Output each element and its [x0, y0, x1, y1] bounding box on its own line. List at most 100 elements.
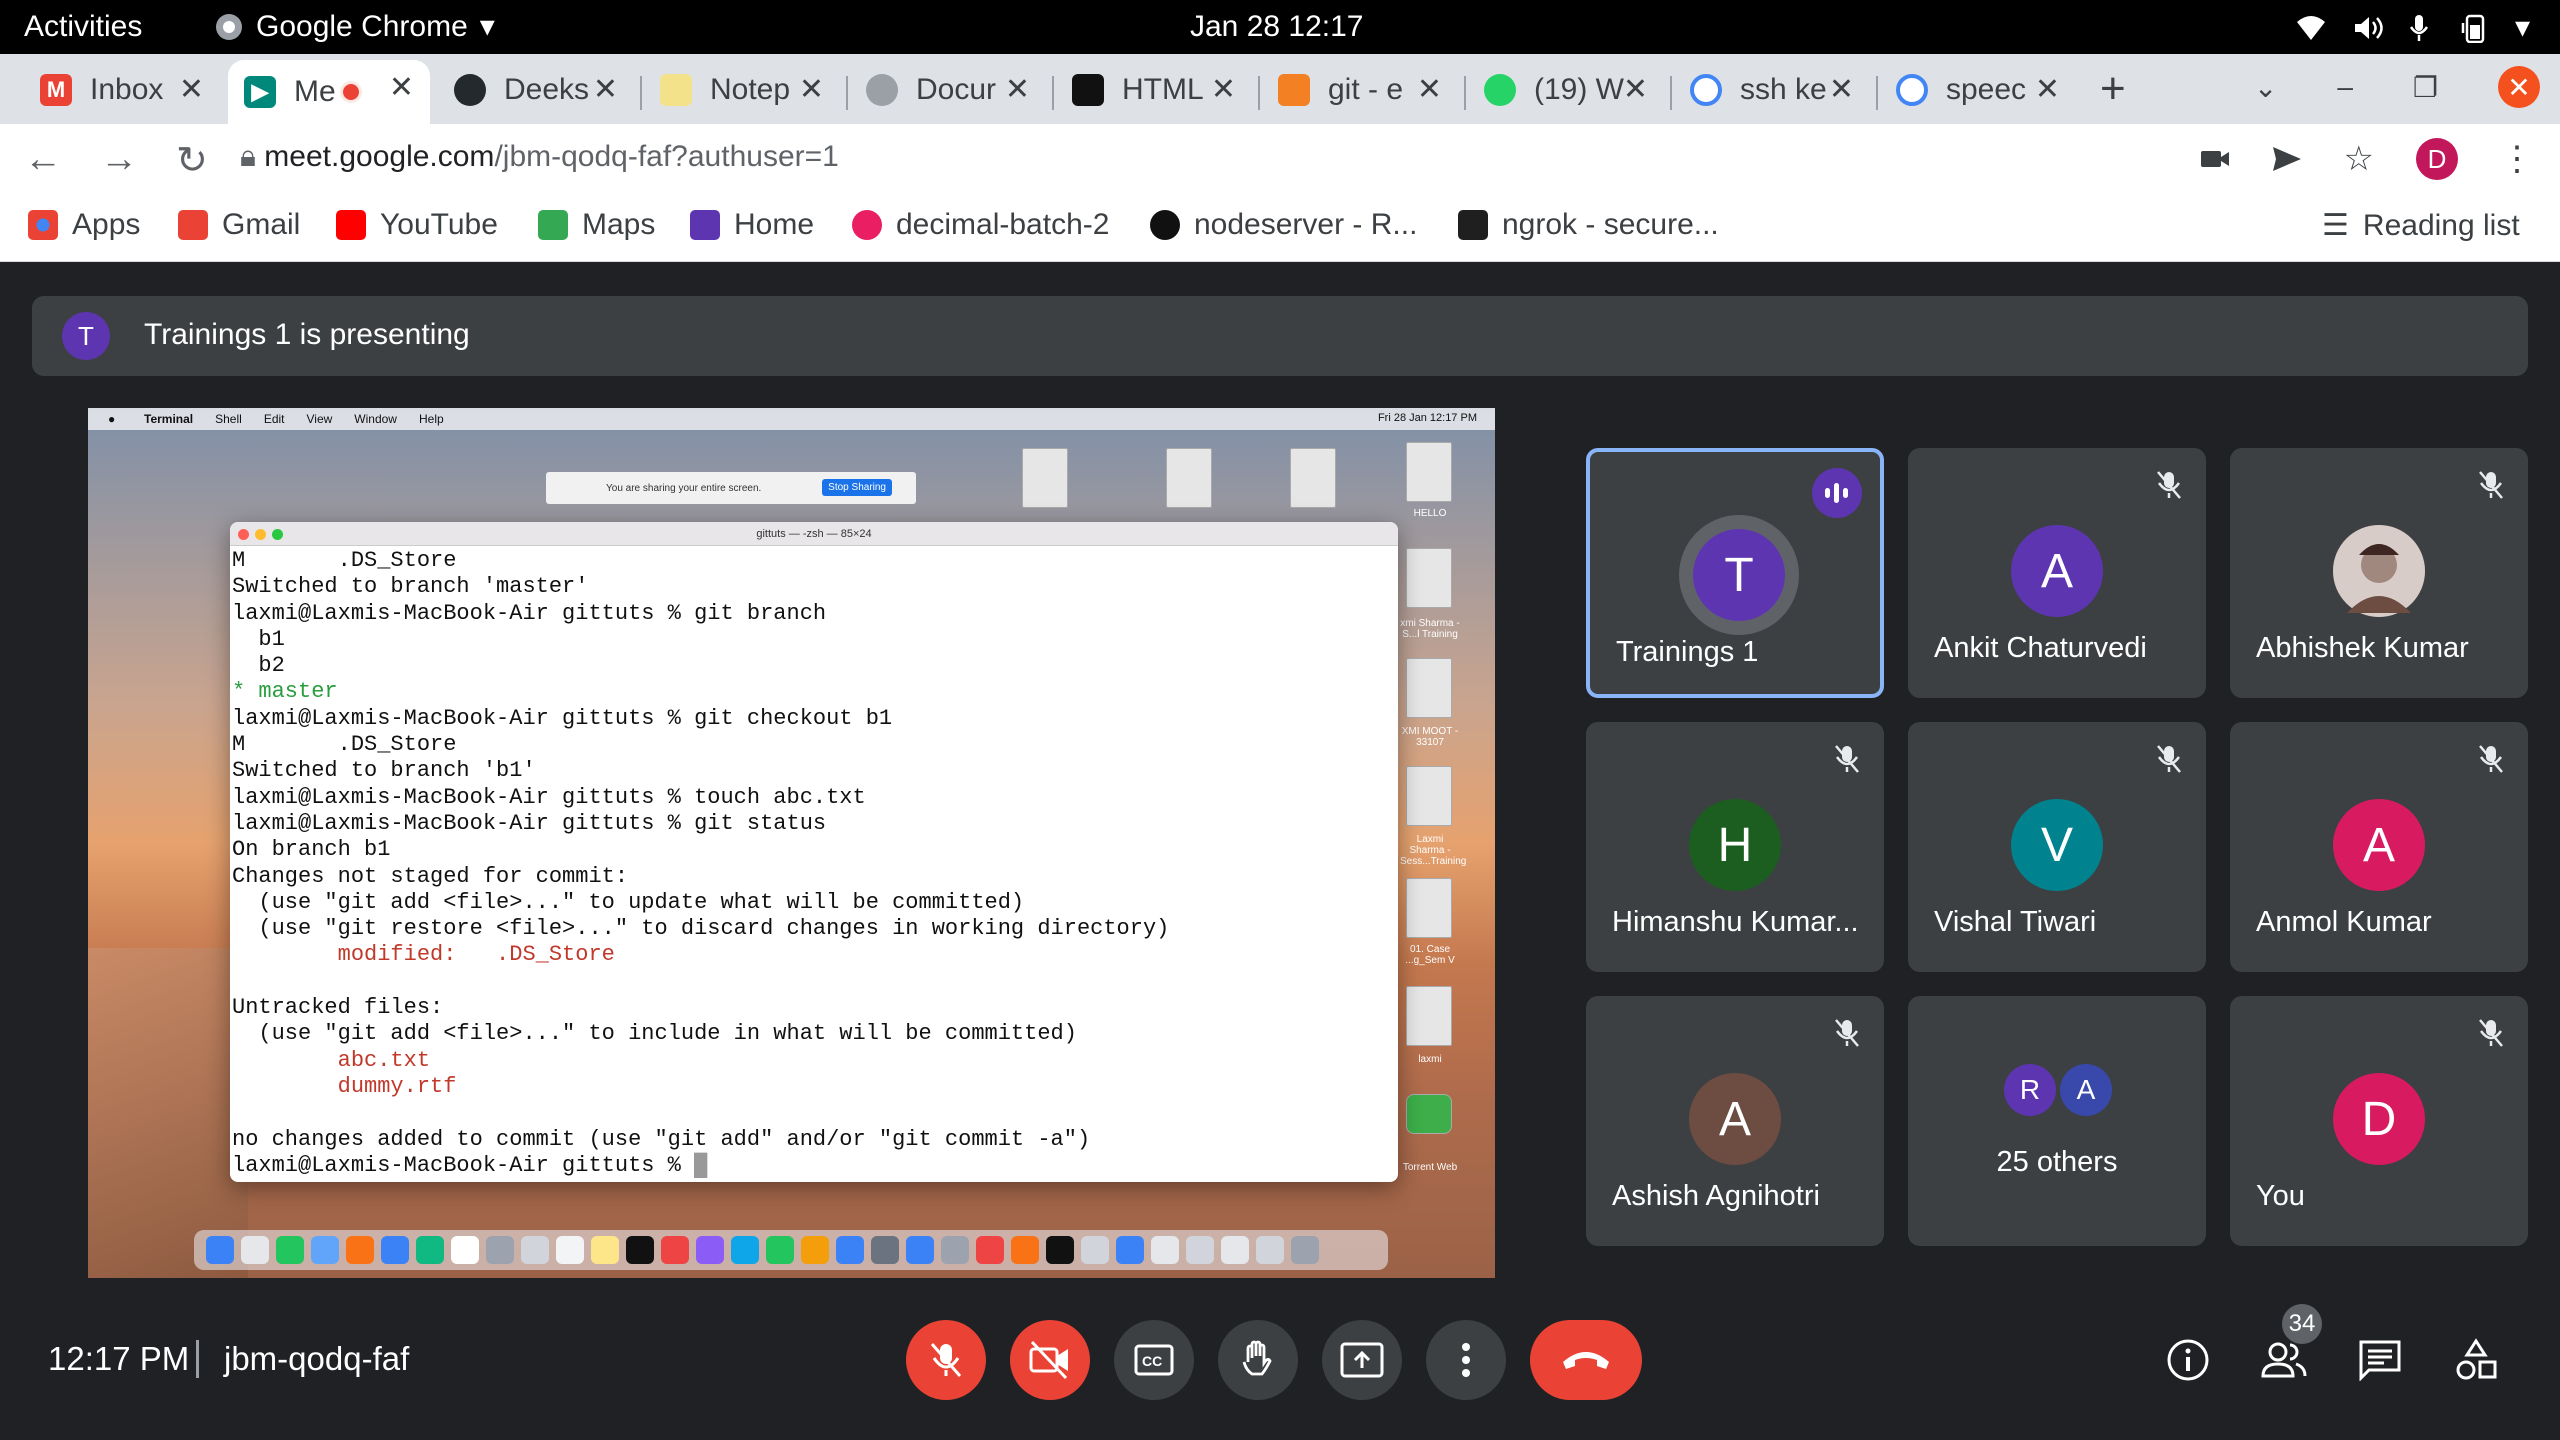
- presenter-avatar: T: [62, 312, 110, 360]
- bookmark-apps[interactable]: Apps: [28, 208, 140, 242]
- terminal-line: laxmi@Laxmis-MacBook-Air gittuts % git b…: [232, 600, 827, 626]
- participant-tile[interactable]: V Vishal Tiwari: [1908, 722, 2206, 972]
- bookmark-label: Apps: [72, 208, 141, 241]
- maps-icon: [538, 210, 568, 240]
- bookmark-gmail[interactable]: Gmail: [178, 208, 300, 242]
- restore-icon[interactable]: ❐: [2413, 71, 2438, 104]
- present-button[interactable]: [1322, 1320, 1402, 1400]
- desktop-file-icon: [1166, 448, 1212, 508]
- tab-stackoverflow[interactable]: git - e ✕: [1262, 62, 1458, 118]
- activities-button[interactable]: [2450, 1334, 2502, 1386]
- bookmark-youtube[interactable]: YouTube: [336, 208, 498, 242]
- close-icon[interactable]: ✕: [1829, 72, 1854, 107]
- notepad-icon: [660, 74, 692, 106]
- microphone-toggle-button[interactable]: [906, 1320, 986, 1400]
- more-vert-icon[interactable]: ⋮: [2500, 139, 2534, 179]
- participant-name: Abhishek Kumar: [2256, 632, 2469, 664]
- close-icon[interactable]: ✕: [593, 72, 618, 107]
- people-icon: [2261, 1342, 2307, 1378]
- tab-ssh[interactable]: ssh ke ✕: [1674, 62, 1870, 118]
- stop-sharing-button: Stop Sharing: [822, 479, 892, 496]
- desktop-file-icon: [1406, 442, 1452, 502]
- close-icon[interactable]: ✕: [1623, 72, 1648, 107]
- send-icon[interactable]: [2272, 146, 2302, 172]
- minimize-icon[interactable]: –: [2337, 71, 2353, 103]
- close-window-icon[interactable]: ✕: [2498, 66, 2540, 108]
- tab-title: Me: [294, 75, 336, 108]
- chat-icon: [2359, 1340, 2401, 1381]
- close-icon[interactable]: ✕: [1005, 72, 1030, 107]
- close-icon[interactable]: ✕: [1417, 72, 1442, 107]
- chat-button[interactable]: [2354, 1334, 2406, 1386]
- back-icon[interactable]: ←: [24, 138, 62, 183]
- bookmark-home[interactable]: Home: [690, 208, 814, 242]
- terminal-line: laxmi@Laxmis-MacBook-Air gittuts %: [232, 1152, 695, 1178]
- more-vert-icon: [1462, 1343, 1470, 1377]
- desktop-file-icon: [1022, 448, 1068, 508]
- forward-icon[interactable]: →: [100, 138, 138, 183]
- tab-document[interactable]: Docur ✕: [850, 62, 1046, 118]
- tab-inbox[interactable]: M Inbox ✕: [24, 62, 220, 118]
- address-bar[interactable]: 🔒︎ meet.google.com/jbm-qodq-faf?authuser…: [240, 140, 839, 174]
- avatar: V: [2011, 799, 2103, 891]
- present-icon: [1340, 1342, 1384, 1378]
- reading-list-button[interactable]: ☰ Reading list: [2322, 208, 2520, 243]
- bookmark-decimal-batch[interactable]: decimal-batch-2: [852, 208, 1109, 242]
- tab-notepad[interactable]: Notep ✕: [644, 62, 840, 118]
- apps-grid-icon: [28, 210, 58, 240]
- tab-title: ssh ke: [1740, 73, 1827, 106]
- tab-meet[interactable]: ▶ Me ✕: [228, 60, 430, 124]
- tab-search-icon[interactable]: ⌄: [2254, 71, 2277, 104]
- participant-tile[interactable]: A Anmol Kumar: [2230, 722, 2528, 972]
- avatar-photo: [2333, 525, 2425, 617]
- participant-name: 25 others: [1996, 1146, 2118, 1178]
- window-controls: ⌄ – ❐ ✕: [2254, 66, 2540, 108]
- more-options-button[interactable]: [1426, 1320, 1506, 1400]
- participant-tile[interactable]: H Himanshu Kumar...: [1586, 722, 1884, 972]
- tab-github[interactable]: Deeks ✕: [438, 62, 634, 118]
- desktop-file-icon: [1290, 448, 1336, 508]
- tab-whatsapp[interactable]: (19) W ✕: [1468, 62, 1664, 118]
- tab-speech[interactable]: speec ✕: [1880, 62, 2076, 118]
- app-menu[interactable]: Google Chrome ▾: [214, 9, 495, 44]
- captions-button[interactable]: CC: [1114, 1320, 1194, 1400]
- tab-html[interactable]: HTML ✕: [1056, 62, 1252, 118]
- raise-hand-button[interactable]: [1218, 1320, 1298, 1400]
- bookmark-ngrok[interactable]: ngrok - secure...: [1458, 208, 1719, 242]
- dock-app-icon: [591, 1236, 619, 1264]
- bookmark-star-icon[interactable]: ☆: [2344, 139, 2374, 179]
- close-icon[interactable]: ✕: [389, 70, 414, 105]
- leave-call-button[interactable]: [1530, 1320, 1642, 1400]
- participant-tile[interactable]: Abhishek Kumar: [2230, 448, 2528, 698]
- dock-app-icon: [416, 1236, 444, 1264]
- participant-tile[interactable]: A Ankit Chaturvedi: [1908, 448, 2206, 698]
- bookmark-maps[interactable]: Maps: [538, 208, 655, 242]
- participant-tile[interactable]: T Trainings 1: [1586, 448, 1884, 698]
- close-icon[interactable]: ✕: [2035, 72, 2060, 107]
- reload-icon[interactable]: ↻: [176, 138, 208, 183]
- participant-name: You: [2256, 1180, 2305, 1212]
- activities-button[interactable]: Activities: [24, 10, 142, 44]
- participant-tile[interactable]: D You: [2230, 996, 2528, 1246]
- captions-icon: CC: [1134, 1344, 1174, 1376]
- close-icon[interactable]: ✕: [799, 72, 824, 107]
- shared-screen[interactable]: ● Terminal Shell Edit View Window Help F…: [88, 408, 1495, 1278]
- close-icon[interactable]: ✕: [1211, 72, 1236, 107]
- camera-icon[interactable]: [2200, 147, 2230, 171]
- close-dot: [238, 529, 249, 540]
- meeting-details-button[interactable]: [2162, 1334, 2214, 1386]
- menu-shell: Shell: [215, 412, 242, 426]
- close-icon[interactable]: ✕: [179, 72, 204, 107]
- camera-toggle-button[interactable]: [1010, 1320, 1090, 1400]
- system-tray[interactable]: ▾: [2295, 10, 2530, 45]
- new-tab-button[interactable]: +: [2100, 64, 2126, 114]
- others-tile[interactable]: R A 25 others: [1908, 996, 2206, 1246]
- desktop-label: xmi Sharma - S...l Training: [1400, 618, 1460, 640]
- system-clock[interactable]: Jan 28 12:17: [1190, 10, 1363, 44]
- bookmark-nodeserver[interactable]: nodeserver - R...: [1150, 208, 1417, 242]
- profile-avatar[interactable]: D: [2416, 138, 2458, 180]
- participant-tile[interactable]: A Ashish Agnihotri: [1586, 996, 1884, 1246]
- terminal-window[interactable]: gittuts — -zsh — 85×24 M .DS_Store Switc…: [230, 522, 1398, 1182]
- url-path: /jbm-qodq-faf?authuser=1: [494, 140, 839, 173]
- terminal-title: gittuts — -zsh — 85×24: [756, 528, 872, 540]
